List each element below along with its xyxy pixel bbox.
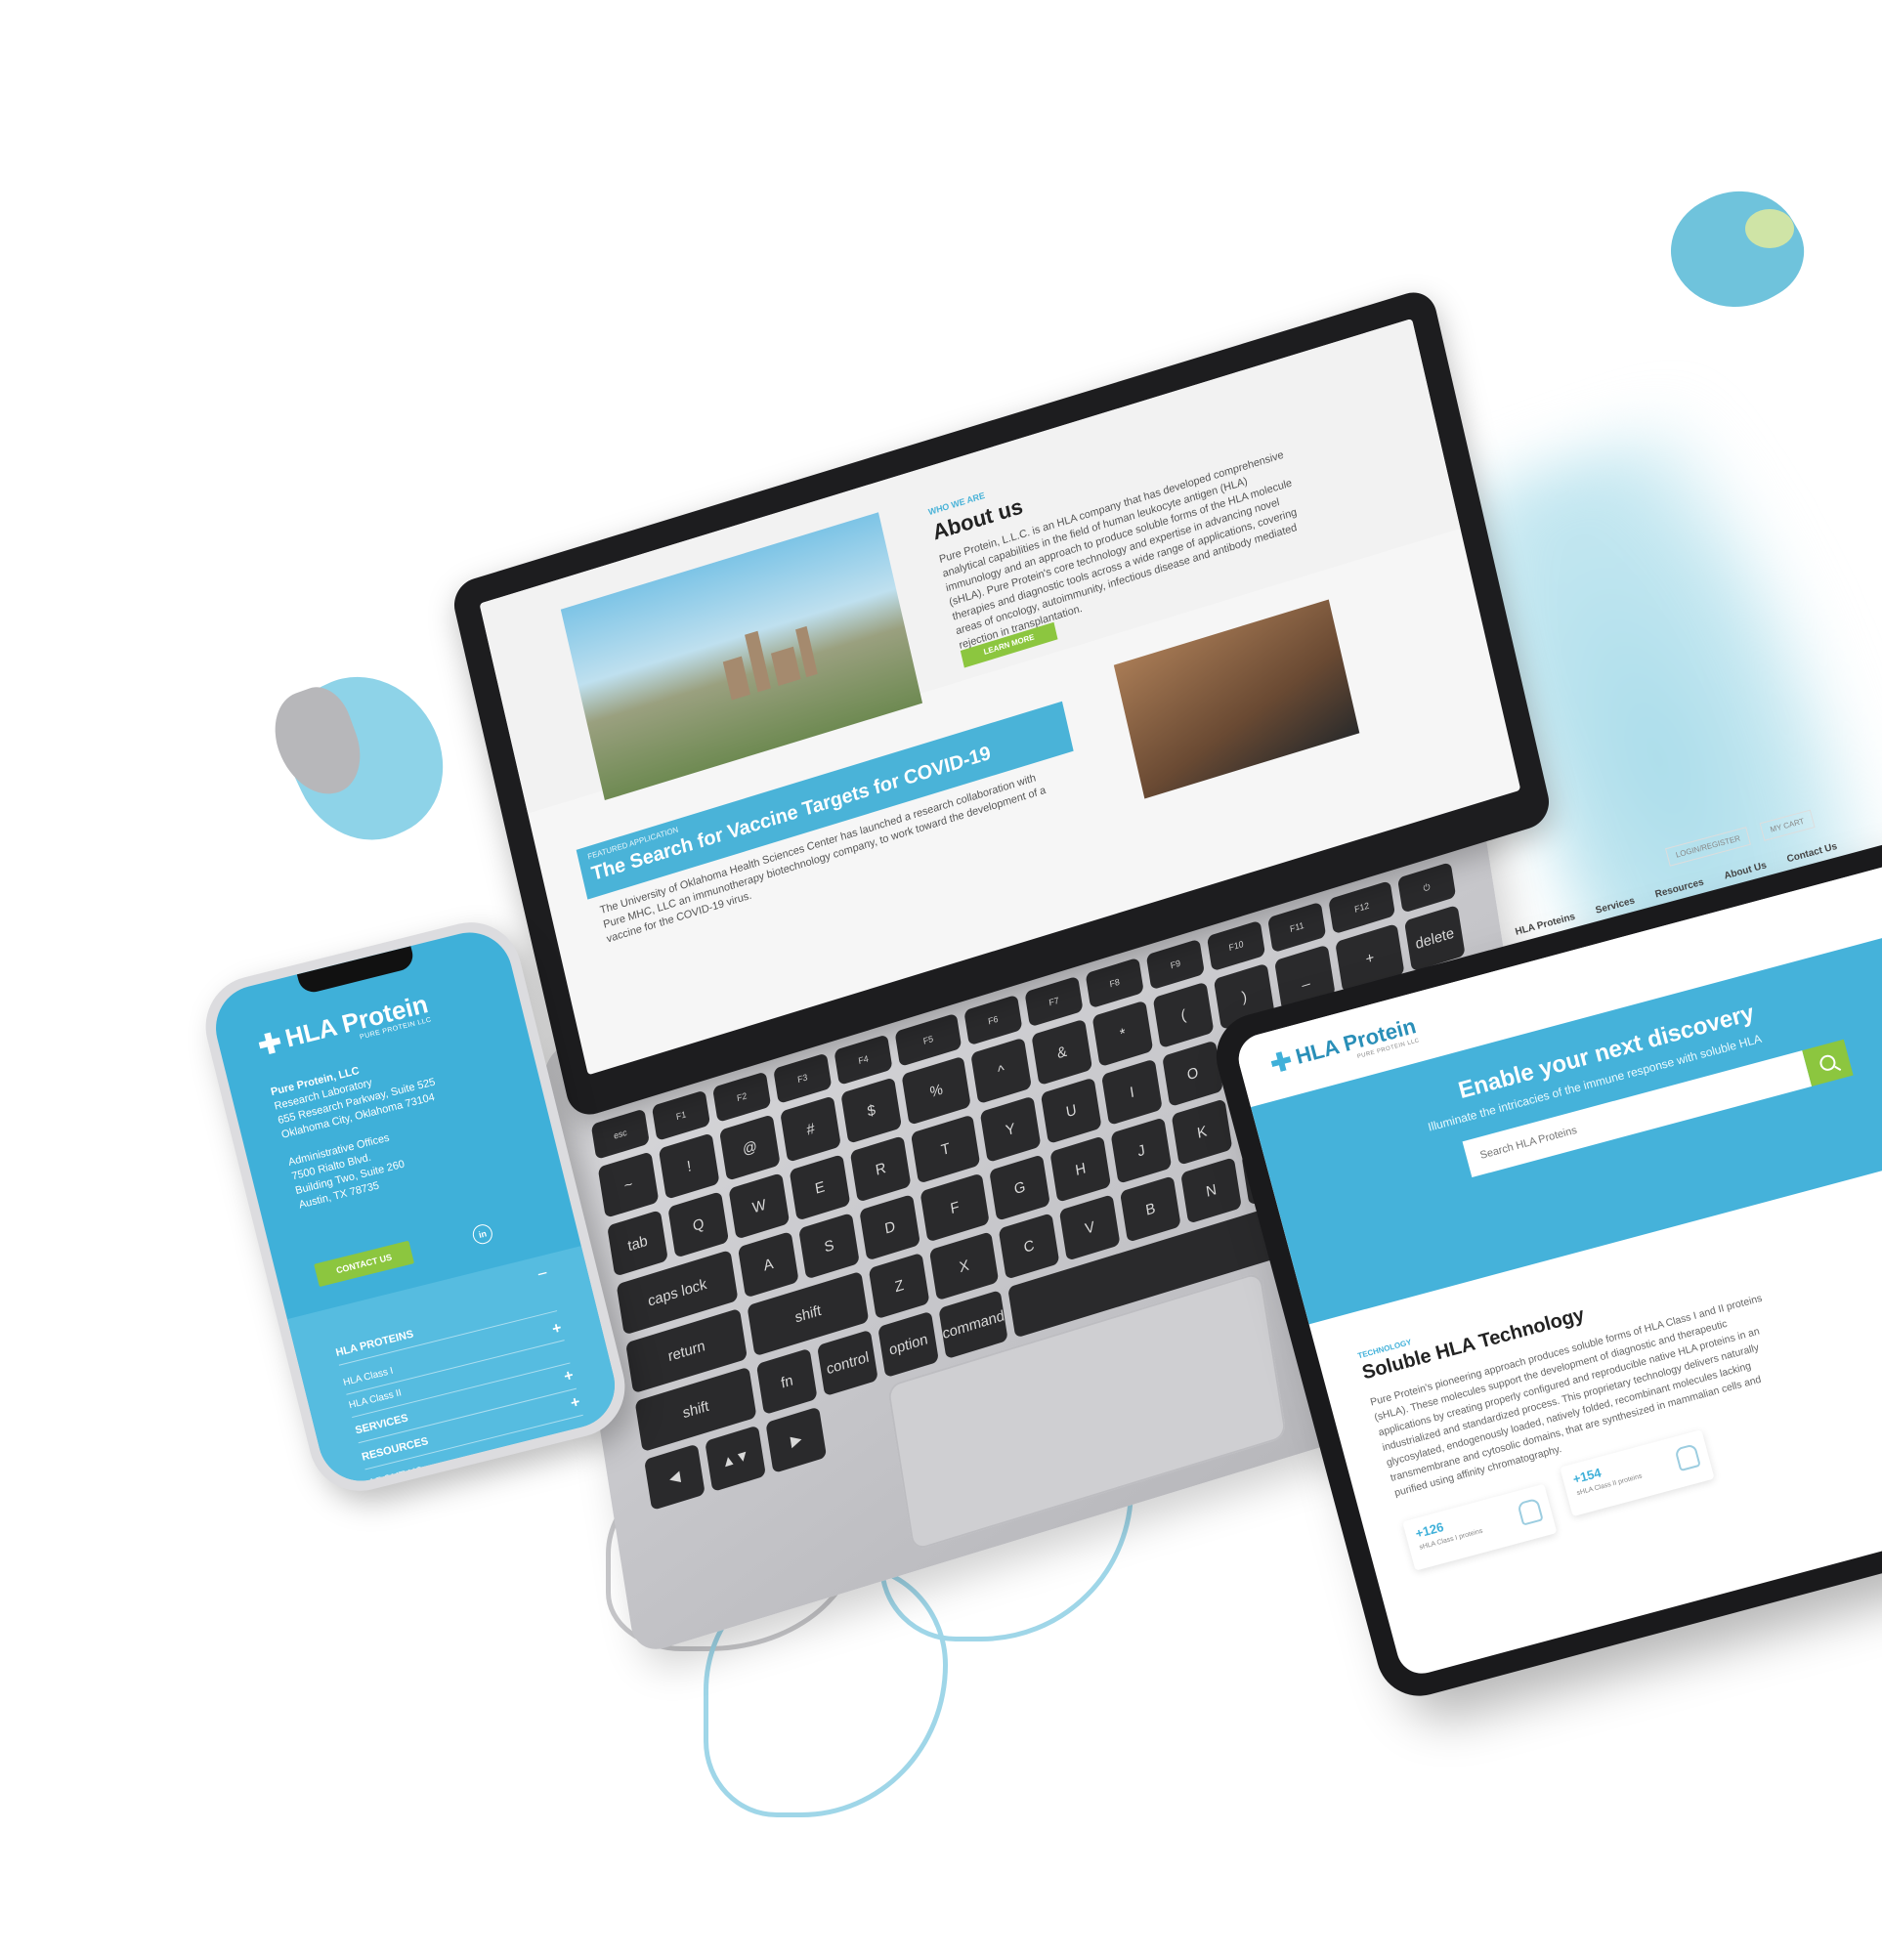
contact-us-button[interactable]: CONTACT US	[314, 1240, 414, 1288]
key[interactable]: F4	[834, 1034, 893, 1086]
key[interactable]: ◀	[644, 1443, 706, 1512]
key[interactable]: ▶	[765, 1406, 828, 1474]
menu-hla-class-1-label: HLA Class I	[342, 1365, 395, 1388]
collapse-icon[interactable]: −	[535, 1263, 550, 1286]
key[interactable]: fn	[755, 1347, 818, 1416]
search-icon	[1818, 1053, 1838, 1073]
menu-services-label: SERVICES	[354, 1412, 409, 1437]
key[interactable]: (	[1152, 981, 1215, 1049]
key[interactable]: Y	[979, 1095, 1042, 1164]
key[interactable]: J	[1110, 1117, 1173, 1184]
key[interactable]: F2	[712, 1071, 772, 1123]
key[interactable]: F8	[1085, 957, 1144, 1009]
key[interactable]: Z	[868, 1252, 930, 1320]
key[interactable]: V	[1058, 1194, 1121, 1261]
hla-cross-icon	[257, 1030, 283, 1056]
stat-card-class-1[interactable]: +126 sHLA Class I proteins	[1402, 1483, 1558, 1571]
molecule-top-right	[1651, 167, 1821, 333]
key[interactable]: command	[938, 1290, 1008, 1360]
key[interactable]: X	[929, 1231, 1000, 1301]
key[interactable]: F	[920, 1172, 990, 1243]
key[interactable]: N	[1180, 1157, 1242, 1224]
phone-notch	[296, 946, 416, 996]
key[interactable]: R	[849, 1135, 912, 1203]
key[interactable]: F3	[773, 1052, 833, 1104]
key[interactable]: F7	[1024, 975, 1084, 1028]
key[interactable]: E	[789, 1154, 851, 1221]
key[interactable]: U	[1040, 1077, 1102, 1145]
city-photo	[560, 512, 923, 801]
key[interactable]: H	[1049, 1135, 1112, 1203]
key[interactable]: F10	[1206, 919, 1266, 972]
expand-icon[interactable]: +	[562, 1367, 575, 1386]
key[interactable]: ⏻	[1396, 862, 1457, 914]
key[interactable]: G	[989, 1154, 1050, 1221]
key[interactable]: @	[719, 1114, 781, 1181]
key[interactable]: option	[877, 1310, 940, 1379]
key[interactable]: ▲▼	[705, 1425, 766, 1493]
hla-cross-icon	[1269, 1049, 1293, 1073]
key[interactable]: *	[1091, 1000, 1154, 1068]
key[interactable]: F11	[1267, 901, 1327, 954]
key[interactable]: S	[798, 1212, 860, 1280]
key[interactable]: I	[1101, 1058, 1163, 1126]
key[interactable]: esc	[590, 1108, 650, 1160]
key[interactable]: B	[1120, 1175, 1181, 1243]
key[interactable]: F1	[651, 1089, 711, 1141]
key[interactable]: tab	[607, 1210, 668, 1277]
phone-address: Pure Protein, LLC Research Laboratory 65…	[270, 1027, 541, 1226]
key[interactable]: D	[859, 1193, 921, 1261]
key[interactable]: $	[840, 1077, 903, 1144]
key[interactable]: &	[1031, 1018, 1093, 1087]
key[interactable]: K	[1171, 1098, 1233, 1166]
key[interactable]: F6	[963, 994, 1023, 1046]
key[interactable]: control	[817, 1329, 878, 1397]
expand-icon[interactable]: +	[569, 1393, 581, 1413]
key[interactable]: ^	[970, 1037, 1032, 1105]
molecule-top-right-green	[1745, 209, 1794, 248]
key[interactable]: %	[901, 1055, 971, 1126]
key[interactable]: #	[780, 1095, 841, 1163]
key[interactable]: C	[998, 1213, 1060, 1280]
researcher-photo	[1113, 599, 1360, 799]
linkedin-icon[interactable]: in	[470, 1222, 494, 1247]
key[interactable]: A	[737, 1230, 799, 1299]
molecule-icon	[1517, 1497, 1544, 1526]
key[interactable]: F9	[1145, 938, 1206, 991]
key[interactable]: W	[728, 1172, 791, 1240]
key[interactable]: ~	[597, 1151, 660, 1218]
key[interactable]: T	[911, 1114, 981, 1184]
search-button[interactable]	[1802, 1039, 1854, 1087]
key[interactable]: !	[658, 1132, 720, 1200]
key[interactable]: Q	[667, 1191, 730, 1258]
expand-icon[interactable]: +	[550, 1320, 563, 1340]
molecule-icon	[1674, 1443, 1701, 1472]
